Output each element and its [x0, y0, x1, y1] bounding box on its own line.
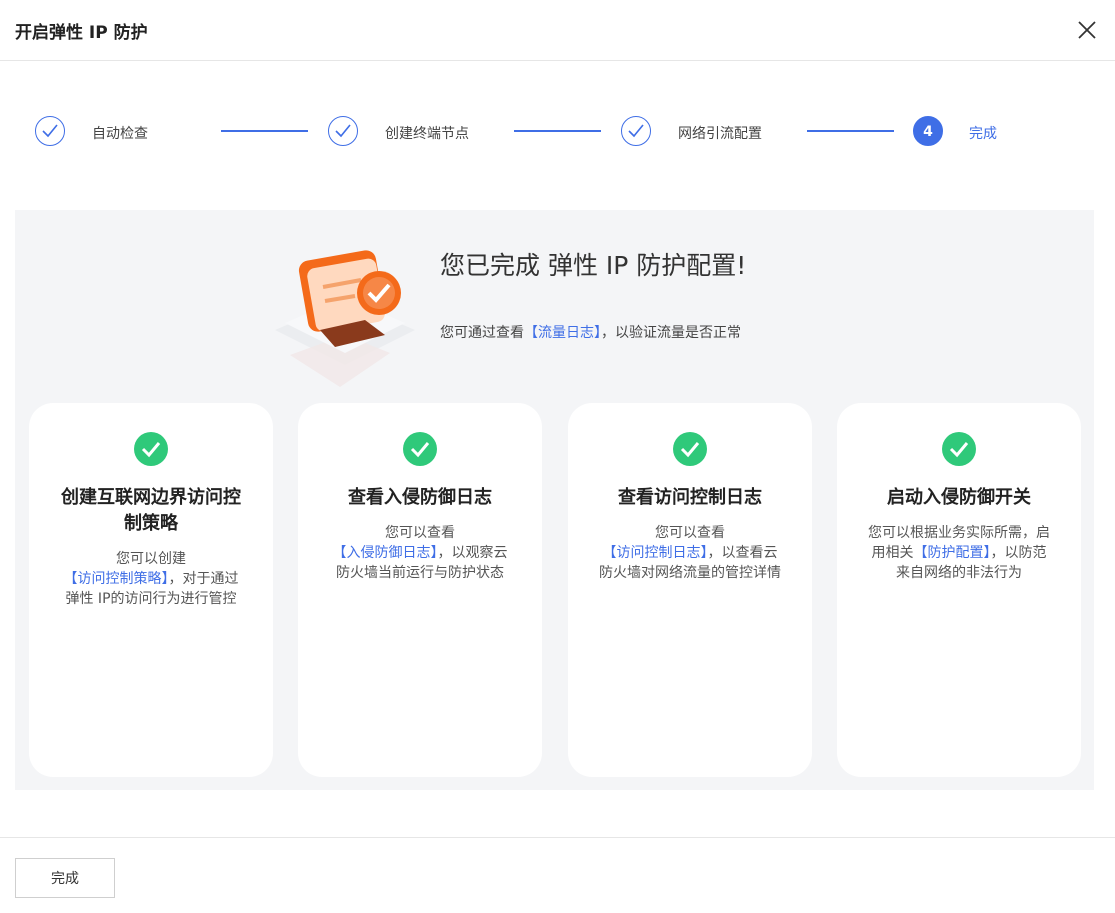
success-check-icon	[673, 432, 707, 466]
protection-config-link[interactable]: 【防护配置】	[914, 545, 991, 561]
card-title: 查看访问控制日志	[618, 487, 762, 508]
success-check-icon	[134, 432, 168, 466]
card-text: 您可以创建	[116, 551, 186, 567]
card-create-acl: 创建互联网边界访问控制策略 您可以创建 【访问控制策略】，对于通过弹性 IP的访…	[29, 403, 273, 777]
acl-policy-link[interactable]: 【访问控制策略】	[64, 571, 169, 587]
done-button[interactable]: 完成	[15, 858, 115, 898]
step-label: 网络引流配置	[678, 126, 762, 142]
completion-subtitle: 您可通过查看【流量日志】，以验证流量是否正常	[440, 322, 741, 342]
check-icon	[328, 116, 358, 146]
dialog-header: 开启弹性 IP 防护	[0, 0, 1115, 61]
card-description: 您可以根据业务实际所需，启用相关【防护配置】，以防范来自网络的非法行为	[865, 523, 1053, 583]
step-label: 创建终端节点	[385, 126, 469, 142]
card-description: 您可以查看 【访问控制日志】，以查看云防火墙对网络流量的管控详情	[596, 523, 784, 583]
card-description: 您可以创建 【访问控制策略】，对于通过弹性 IP的访问行为进行管控	[57, 549, 245, 609]
completion-title: 您已完成 弹性 IP 防护配置!	[440, 251, 747, 280]
step-number: 4	[913, 116, 943, 146]
flow-log-link[interactable]: 【流量日志】	[524, 325, 601, 341]
step-label: 完成	[969, 126, 997, 142]
card-title: 启动入侵防御开关	[887, 487, 1031, 508]
dialog-footer: 完成	[0, 837, 1115, 913]
acl-log-link[interactable]: 【访问控制日志】	[603, 545, 708, 561]
completion-illustration	[265, 235, 425, 394]
step-connector	[221, 130, 308, 132]
check-icon	[35, 116, 65, 146]
card-ips-switch: 启动入侵防御开关 您可以根据业务实际所需，启用相关【防护配置】，以防范来自网络的…	[837, 403, 1081, 777]
completion-panel: 您已完成 弹性 IP 防护配置! 您可通过查看【流量日志】，以验证流量是否正常 …	[15, 210, 1094, 790]
subtitle-text: ，以验证流量是否正常	[601, 325, 741, 341]
card-description: 您可以查看 【入侵防御日志】，以观察云防火墙当前运行与防护状态	[326, 523, 514, 583]
card-acl-log: 查看访问控制日志 您可以查看 【访问控制日志】，以查看云防火墙对网络流量的管控详…	[568, 403, 812, 777]
stepper: 自动检查 创建终端节点 网络引流配置 4 完成	[0, 100, 1115, 166]
step-connector	[807, 130, 894, 132]
card-text: 您可以查看	[385, 525, 455, 541]
close-icon[interactable]	[1076, 19, 1098, 41]
card-text: 您可以查看	[655, 525, 725, 541]
card-title: 查看入侵防御日志	[348, 487, 492, 508]
subtitle-text: 您可通过查看	[440, 325, 524, 341]
card-title: 创建互联网边界访问控制策略	[61, 487, 241, 534]
step-connector	[514, 130, 601, 132]
check-icon	[621, 116, 651, 146]
success-check-icon	[403, 432, 437, 466]
ips-log-link[interactable]: 【入侵防御日志】	[333, 545, 438, 561]
dialog-title: 开启弹性 IP 防护	[15, 23, 148, 43]
card-ips-log: 查看入侵防御日志 您可以查看 【入侵防御日志】，以观察云防火墙当前运行与防护状态	[298, 403, 542, 777]
step-label: 自动检查	[92, 126, 148, 142]
success-check-icon	[942, 432, 976, 466]
